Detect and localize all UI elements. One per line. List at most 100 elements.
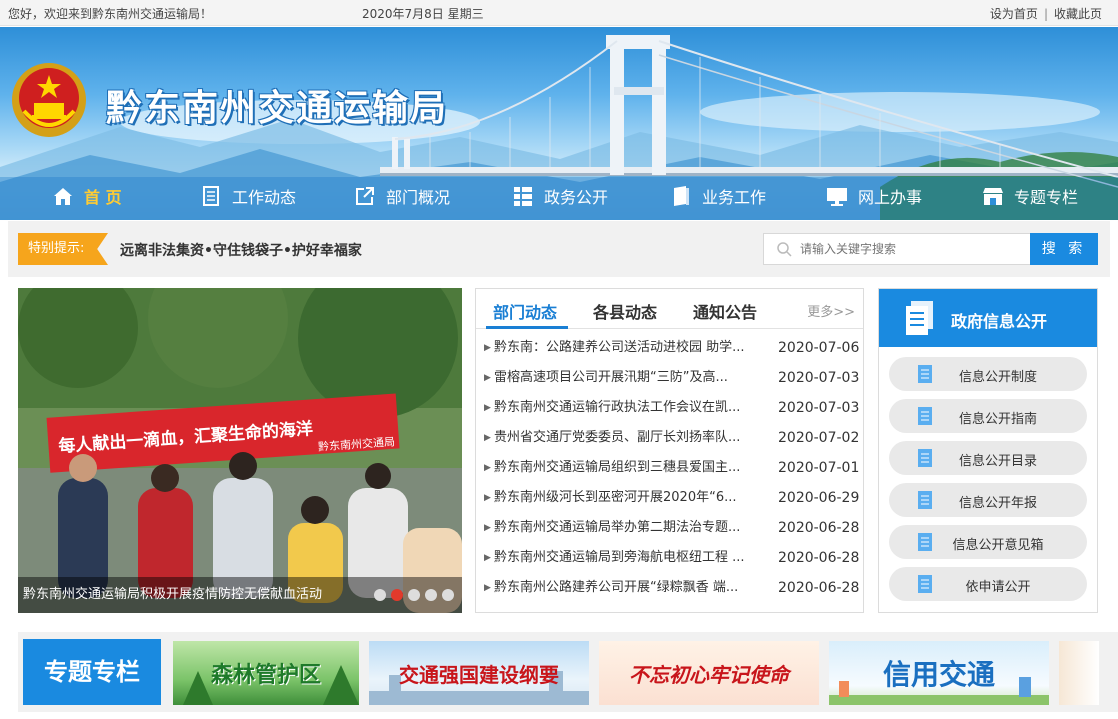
gov-btn-label: 信息公开指南 — [958, 412, 1037, 427]
bullet-arrow-icon: ▶ — [484, 493, 491, 503]
site-title: 黔东南州交通运输局 — [106, 87, 449, 129]
list-item[interactable]: ▶ 黔东南州交通运输局举办第二期法治专题... 2020-06-28 — [476, 513, 863, 543]
news-title[interactable]: 雷榕高速项目公司开展汛期“三防”及高... — [494, 363, 766, 393]
list-item[interactable]: ▶ 黔东南：公路建养公司送活动进校园 助学... 2020-07-06 — [476, 333, 863, 363]
carousel-dot-5[interactable] — [442, 589, 454, 601]
news-carousel[interactable]: 每人献出一滴血，汇聚生命的海洋 黔东南州交通局 黔东南州交通运输局积极开展疫情防… — [18, 288, 462, 613]
gov-btn-label: 信息公开意见箱 — [952, 538, 1044, 553]
list-item[interactable]: ▶ 黔东南州交通运输局组织到三穗县爱国主... 2020-07-01 — [476, 453, 863, 483]
carousel-dot-1[interactable] — [374, 589, 386, 601]
set-home-link[interactable]: 设为首页 — [990, 7, 1038, 21]
news-title[interactable]: 黔东南州公路建养公司开展“绿粽飘香 端... — [494, 573, 766, 603]
nav-item-government-affairs[interactable]: 政务公开 — [512, 183, 608, 209]
external-link-icon — [356, 187, 374, 205]
main-nav: 首 页 工作动态 部门概况 政务公开 业务工作 网上办事 专题专栏 — [0, 175, 1118, 217]
list-item[interactable]: ▶ 黔东南州交通运输行政执法工作会议在凯... 2020-07-03 — [476, 393, 863, 423]
nav-item-home[interactable]: 首 页 — [52, 183, 122, 209]
topic-banner-credit-transport[interactable]: 信用交通 — [829, 641, 1049, 705]
topic-label: 不忘初心牢记使命 — [629, 662, 789, 687]
national-emblem-logo — [12, 63, 86, 137]
news-date: 2020-06-28 — [778, 550, 860, 566]
news-title[interactable]: 黔东南州交通运输局组织到三穗县爱国主... — [494, 453, 766, 483]
document-icon — [203, 186, 219, 206]
nav-item-special-topics[interactable]: 专题专栏 — [982, 183, 1078, 209]
bullet-arrow-icon: ▶ — [484, 373, 491, 383]
topic-banner-partial[interactable] — [1059, 641, 1099, 705]
more-link[interactable]: 更多>> — [807, 301, 855, 320]
top-links: 设为首页 | 收藏此页 — [990, 5, 1102, 22]
news-title[interactable]: 黔东南州交通运输局到旁海航电枢纽工程 ... — [494, 543, 766, 573]
gov-info-on-request-button[interactable]: 依申请公开 — [889, 567, 1087, 601]
list-item[interactable]: ▶ 黔东南州公路建养公司开展“绿粽飘香 端... 2020-06-28 — [476, 573, 863, 603]
news-panel: 部门动态 各县动态 通知公告 更多>> ▶ 黔东南：公路建养公司送活动进校园 助学… — [475, 288, 864, 613]
news-date: 2020-07-01 — [778, 460, 860, 476]
gov-btn-label: 信息公开目录 — [958, 454, 1037, 469]
list-item[interactable]: ▶ 黔东南州级河长到巫密河开展2020年“6... 2020-06-29 — [476, 483, 863, 513]
news-date: 2020-07-03 — [778, 370, 860, 386]
nav-label: 网上办事 — [858, 188, 923, 207]
nav-item-business-work[interactable]: 业务工作 — [670, 183, 766, 209]
nav-item-online-services[interactable]: 网上办事 — [826, 183, 922, 209]
active-tab-indicator — [486, 326, 568, 329]
list-item[interactable]: ▶ 雷榕高速项目公司开展汛期“三防”及高... 2020-07-03 — [476, 363, 863, 393]
news-title[interactable]: 黔东南州交通运输局举办第二期法治专题... — [494, 513, 766, 543]
gov-btn-label: 依申请公开 — [965, 580, 1031, 595]
documents-icon — [906, 301, 933, 335]
news-date: 2020-06-29 — [778, 490, 860, 506]
topic-banner-forest[interactable]: 森林管护区 — [173, 641, 359, 705]
tab-county-news[interactable]: 各县动态 — [593, 299, 657, 323]
topic-banner-original-aspiration[interactable]: 不忘初心牢记使命 — [599, 641, 819, 705]
bullet-arrow-icon: ▶ — [484, 433, 491, 443]
gov-info-panel: 政府信息公开 信息公开制度 信息公开指南 信息公开目录 信息公开年报 信息公开意… — [878, 288, 1098, 613]
search-input[interactable] — [800, 238, 1025, 260]
bullet-arrow-icon: ▶ — [484, 523, 491, 533]
special-topics-strip: 专题专栏 森林管护区 交通强国建设纲要 不忘初心牢记使命 信用交通 — [18, 632, 1118, 712]
welcome-text: 您好，欢迎来到黔东南州交通运输局！ — [8, 7, 213, 21]
gov-info-title: 政府信息公开 — [951, 312, 1048, 331]
list-item[interactable]: ▶ 贵州省交通厅党委委员、副厅长刘扬率队... 2020-07-02 — [476, 423, 863, 453]
topic-label: 信用交通 — [882, 658, 995, 691]
news-title[interactable]: 贵州省交通厅党委委员、副厅长刘扬率队... — [494, 423, 766, 453]
gov-info-disclosure-guide-button[interactable]: 信息公开指南 — [889, 399, 1087, 433]
book-icon — [674, 186, 689, 206]
carousel-dot-4[interactable] — [425, 589, 437, 601]
news-date: 2020-06-28 — [778, 520, 860, 536]
monitor-icon — [827, 188, 847, 206]
list-item[interactable]: ▶ 黔东南州交通运输局到旁海航电枢纽工程 ... 2020-06-28 — [476, 543, 863, 573]
bullet-arrow-icon: ▶ — [484, 553, 491, 563]
gov-info-annual-report-button[interactable]: 信息公开年报 — [889, 483, 1087, 517]
notice-tag: 特别提示: — [18, 233, 108, 265]
gov-info-disclosure-system-button[interactable]: 信息公开制度 — [889, 357, 1087, 391]
notice-text[interactable]: 远离非法集资•守住钱袋子•护好幸福家 — [120, 240, 362, 260]
nav-label: 业务工作 — [702, 188, 767, 207]
topic-label: 森林管护区 — [210, 663, 321, 688]
news-date: 2020-07-03 — [778, 400, 860, 416]
special-topics-title: 专题专栏 — [23, 639, 161, 705]
topic-label: 交通强国建设纲要 — [399, 662, 559, 687]
home-icon — [54, 188, 72, 205]
gov-info-feedback-box-button[interactable]: 信息公开意见箱 — [889, 525, 1087, 559]
header-banner: 黔东南州交通运输局 首 页 工作动态 部门概况 政务公开 业务工作 网上办事 专 — [0, 27, 1118, 220]
gov-info-header[interactable]: 政府信息公开 — [879, 289, 1097, 347]
notice-bar: 特别提示: 远离非法集资•守住钱袋子•护好幸福家 搜 索 — [8, 221, 1110, 277]
news-title[interactable]: 黔东南州级河长到巫密河开展2020年“6... — [494, 483, 766, 513]
tab-announcements[interactable]: 通知公告 — [693, 299, 757, 323]
news-title[interactable]: 黔东南：公路建养公司送活动进校园 助学... — [494, 333, 766, 363]
gov-info-disclosure-catalog-button[interactable]: 信息公开目录 — [889, 441, 1087, 475]
search-icon — [777, 242, 792, 257]
news-title[interactable]: 黔东南州交通运输行政执法工作会议在凯... — [494, 393, 766, 423]
top-bar: 您好，欢迎来到黔东南州交通运输局！ 2020年7月8日 星期三 设为首页 | 收藏此… — [0, 0, 1118, 26]
news-list: ▶ 黔东南：公路建养公司送活动进校园 助学... 2020-07-06 ▶ 雷榕高速项… — [476, 333, 863, 603]
gov-btn-label: 信息公开年报 — [958, 496, 1037, 511]
search-box — [763, 233, 1031, 265]
carousel-dot-3[interactable] — [408, 589, 420, 601]
bookmark-link[interactable]: 收藏此页 — [1054, 7, 1102, 21]
bullet-arrow-icon: ▶ — [484, 403, 491, 413]
nav-item-department-overview[interactable]: 部门概况 — [354, 183, 450, 209]
search-button[interactable]: 搜 索 — [1030, 233, 1098, 265]
current-date: 2020年7月8日 星期三 — [362, 7, 484, 21]
carousel-dot-2[interactable] — [391, 589, 403, 601]
topic-banner-transport-power[interactable]: 交通强国建设纲要 — [369, 641, 589, 705]
tab-department-news[interactable]: 部门动态 — [493, 299, 557, 323]
nav-item-work-news[interactable]: 工作动态 — [200, 183, 296, 209]
